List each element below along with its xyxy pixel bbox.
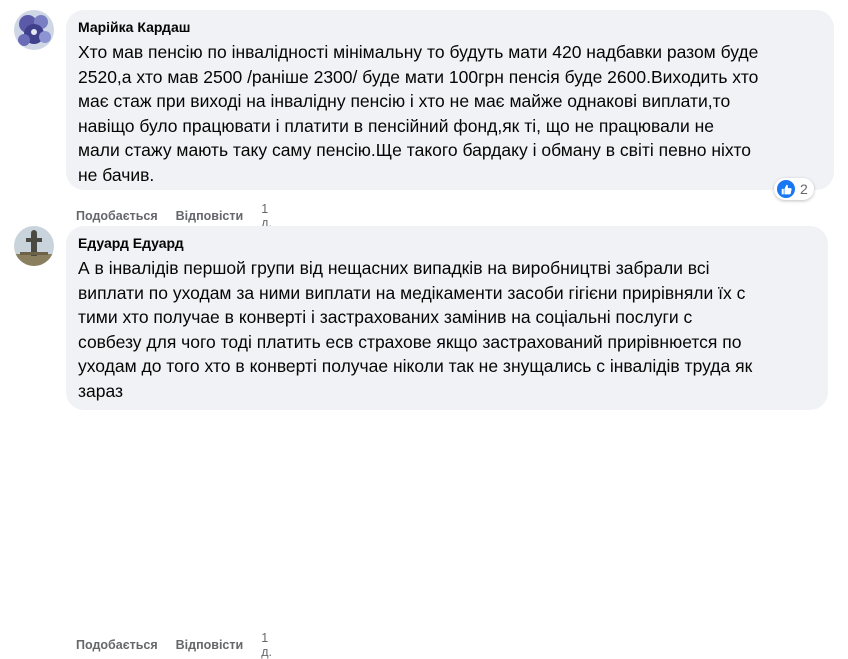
avatar[interactable] [14, 10, 54, 50]
comment-author[interactable]: Марійка Кардаш [78, 18, 822, 36]
like-icon [777, 180, 795, 198]
avatar[interactable] [14, 226, 54, 266]
flower-avatar-icon [14, 10, 54, 50]
comment-text-line: зараз [78, 380, 124, 401]
comment-text-line: не бачив. [78, 164, 155, 185]
comment-bubble: Едуард Едуард А в інвалідів першой групи… [66, 226, 828, 410]
comment-text-line: совбезу для чого тоді платить есв страхо… [78, 331, 742, 352]
comment-text-line: має стаж при виході на інвалідну пенсію … [78, 91, 731, 111]
reply-button[interactable]: Відповісти [176, 209, 244, 223]
comment-text-line: виплати по уходам за ними виплати на мед… [78, 282, 746, 303]
reaction-summary[interactable]: 2 [774, 178, 814, 200]
comment-text-line: тими хто получае в конверті і застрахова… [78, 307, 693, 327]
comment-text-line: 2520,а хто мав 2500 /раніше 2300/ буде м… [78, 66, 759, 87]
comment-text-line: уходам до того хто в конверті получае ні… [78, 356, 753, 376]
reaction-count: 2 [800, 181, 808, 197]
comment-author[interactable]: Едуард Едуард [78, 234, 816, 252]
comment-text-line: мали стажу мають таку саму пенсію.Ще так… [78, 140, 752, 160]
comment-timestamp[interactable]: 1 д. [261, 631, 272, 659]
comment-text-line: навіщо було працювати і платити в пенсій… [78, 115, 715, 136]
comment-bubble: Марійка Кардаш Хто мав пенсію по інвалід… [66, 10, 834, 190]
comment-text-line: А в інвалідів першой групи від нещасних … [78, 258, 710, 278]
comment-text: Хто мав пенсію по інвалідності мінімальн… [78, 40, 822, 187]
statue-avatar-icon [14, 226, 54, 266]
like-button[interactable]: Подобається [76, 638, 158, 652]
comment-actions: Подобається Відповісти 1 д. [76, 631, 272, 659]
reply-button[interactable]: Відповісти [176, 638, 244, 652]
like-button[interactable]: Подобається [76, 209, 158, 223]
comment-text-line: Хто мав пенсію по інвалідності мінімальн… [78, 42, 759, 62]
comment-text: А в інвалідів першой групи від нещасних … [78, 256, 816, 403]
